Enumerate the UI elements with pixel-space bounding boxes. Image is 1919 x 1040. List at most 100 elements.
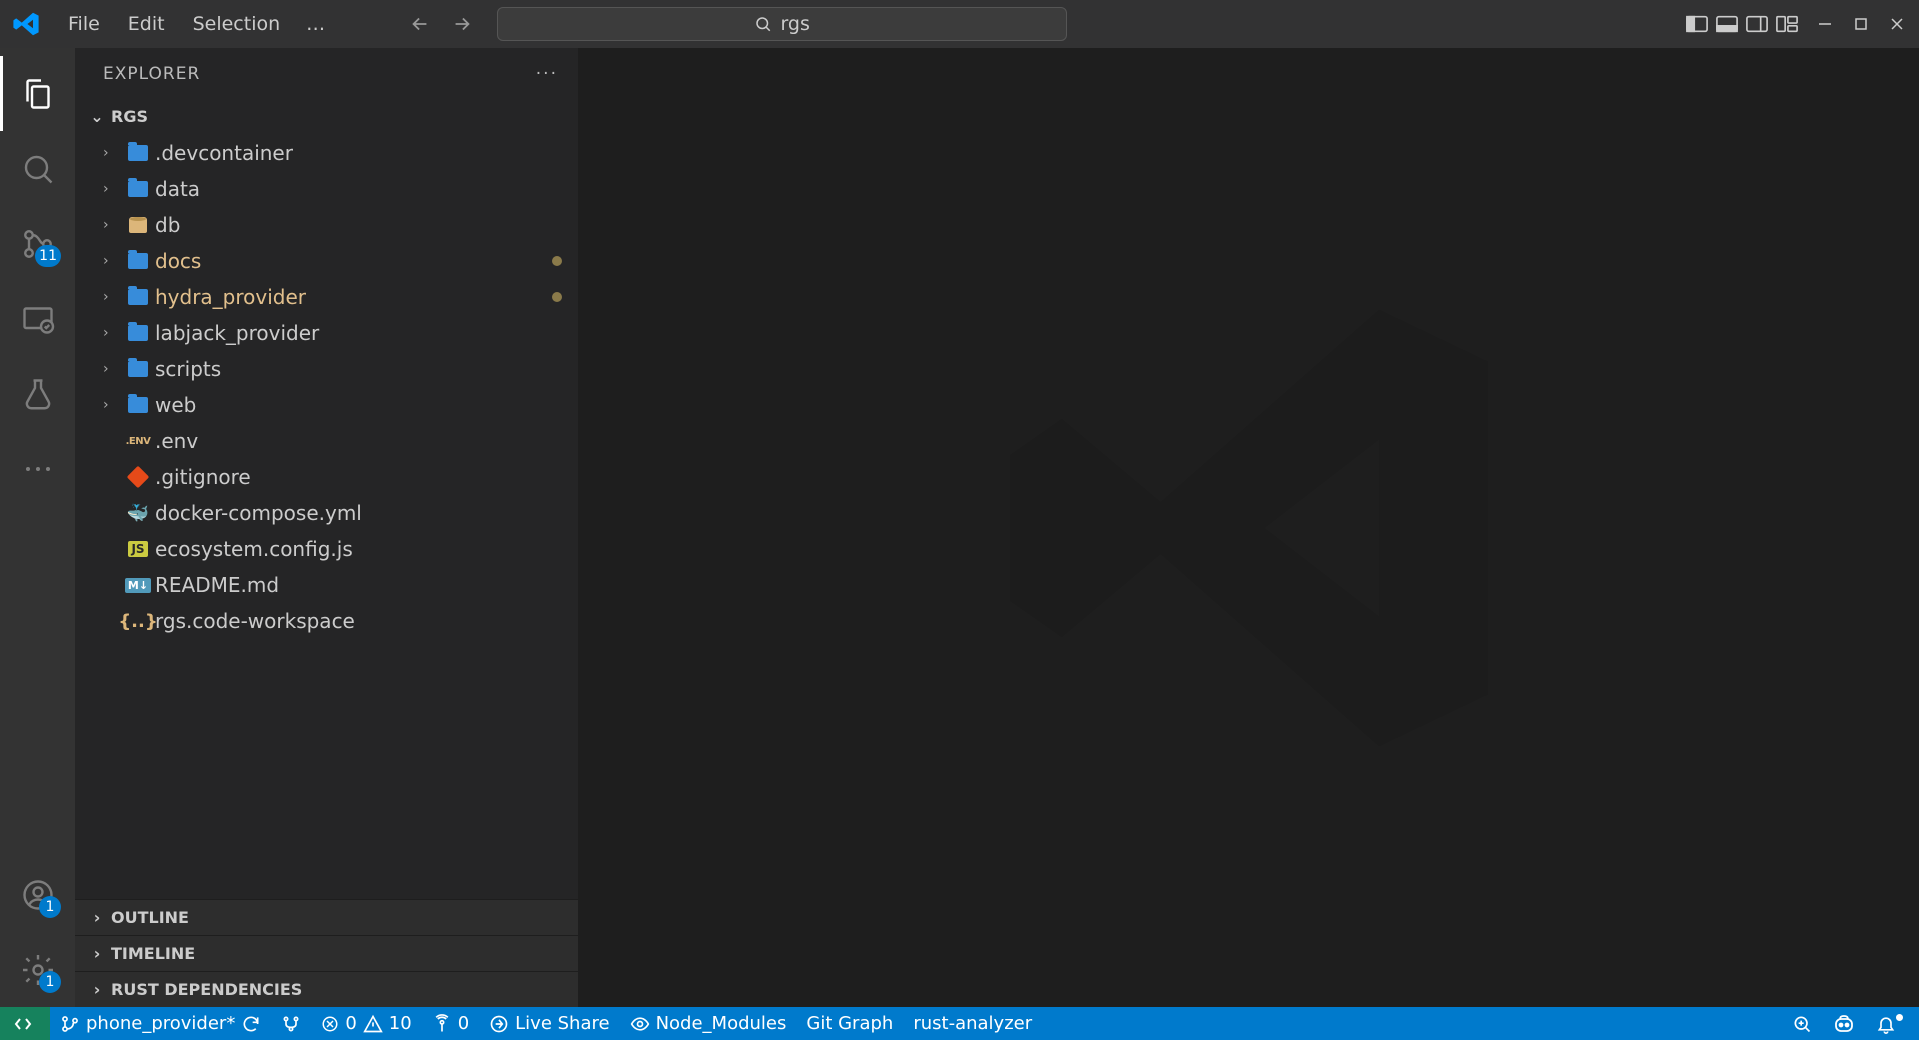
status-git-graph-icon[interactable] (271, 1007, 311, 1040)
chevron-right-icon: › (87, 980, 107, 999)
activity-additional[interactable] (0, 431, 75, 506)
nav-history (405, 9, 477, 39)
toggle-panel-button[interactable] (1713, 13, 1741, 35)
status-branch[interactable]: phone_provider* (50, 1007, 271, 1040)
eye-icon (630, 1014, 650, 1034)
activity-settings[interactable]: 1 (0, 932, 75, 1007)
folder-icon (125, 361, 151, 377)
json-file-icon: {..} (125, 611, 151, 632)
menu-edit[interactable]: Edit (114, 7, 179, 41)
close-button[interactable] (1883, 10, 1911, 38)
bell-icon (1876, 1014, 1896, 1034)
file-env[interactable]: .ENV.env (75, 423, 578, 459)
toggle-secondary-sidebar-button[interactable] (1743, 13, 1771, 35)
folder-icon (125, 253, 151, 269)
nav-forward-button[interactable] (447, 9, 477, 39)
status-liveshare[interactable]: Live Share (479, 1007, 619, 1040)
command-center-search[interactable]: rgs (497, 7, 1067, 41)
activity-search[interactable] (0, 131, 75, 206)
vscode-watermark-icon (989, 268, 1509, 788)
menu-overflow[interactable]: … (294, 7, 337, 41)
antenna-icon (432, 1014, 452, 1034)
source-control-badge: 11 (35, 245, 61, 267)
folder-data[interactable]: ›data (75, 171, 578, 207)
git-file-icon (125, 469, 151, 485)
folder-icon (125, 289, 151, 305)
activity-explorer[interactable] (0, 56, 75, 131)
sidebar-more-icon[interactable]: ··· (536, 64, 558, 84)
menu-file[interactable]: File (54, 7, 114, 41)
folder-icon (125, 181, 151, 197)
activity-source-control[interactable]: 11 (0, 206, 75, 281)
status-zoom[interactable] (1782, 1007, 1822, 1040)
activity-testing[interactable] (0, 356, 75, 431)
liveshare-icon (489, 1014, 509, 1034)
workspace-section-header[interactable]: ⌄ RGS (75, 100, 578, 133)
status-node-modules[interactable]: Node_Modules (620, 1007, 797, 1040)
warning-icon (363, 1014, 383, 1034)
markdown-file-icon: M↓ (125, 578, 151, 593)
status-bar: phone_provider* 0 10 0 Live Share Node_M… (0, 1007, 1919, 1040)
sidebar-header: EXPLORER ··· (75, 48, 578, 100)
status-git-graph[interactable]: Git Graph (796, 1007, 903, 1040)
folder-db[interactable]: ›db (75, 207, 578, 243)
maximize-button[interactable] (1847, 10, 1875, 38)
activity-bar: 11 1 1 (0, 48, 75, 1007)
rust-deps-section-header[interactable]: ›RUST DEPENDENCIES (75, 971, 578, 1007)
menu-selection[interactable]: Selection (179, 7, 295, 41)
nav-back-button[interactable] (405, 9, 435, 39)
file-code-workspace[interactable]: {..}rgs.code-workspace (75, 603, 578, 639)
sidebar: EXPLORER ··· ⌄ RGS ›.devcontainer ›data … (75, 48, 578, 1007)
env-file-icon: .ENV (125, 436, 151, 447)
folder-web[interactable]: ›web (75, 387, 578, 423)
outline-section-header[interactable]: ›OUTLINE (75, 899, 578, 935)
customize-layout-button[interactable] (1773, 13, 1801, 35)
folder-icon (125, 397, 151, 413)
folder-docs[interactable]: ›docs (75, 243, 578, 279)
sync-icon (241, 1014, 261, 1034)
file-docker-compose[interactable]: 🐳docker-compose.yml (75, 495, 578, 531)
chevron-down-icon: ⌄ (87, 107, 107, 126)
accounts-badge: 1 (39, 896, 61, 918)
settings-badge: 1 (39, 971, 61, 993)
activity-remote-explorer[interactable] (0, 281, 75, 356)
editor-area (578, 48, 1919, 1007)
copilot-icon (1832, 1013, 1856, 1035)
folder-icon (125, 325, 151, 341)
folder-hydra-provider[interactable]: ›hydra_provider (75, 279, 578, 315)
toggle-primary-sidebar-button[interactable] (1683, 13, 1711, 35)
error-icon (321, 1015, 339, 1033)
status-problems[interactable]: 0 10 (311, 1007, 421, 1040)
status-notifications[interactable] (1866, 1007, 1919, 1040)
app-logo (8, 6, 44, 42)
js-file-icon: JS (125, 541, 151, 557)
file-ecosystem-config[interactable]: JSecosystem.config.js (75, 531, 578, 567)
chevron-right-icon: › (87, 944, 107, 963)
status-ports[interactable]: 0 (422, 1007, 479, 1040)
workspace-name: RGS (111, 107, 148, 126)
zoom-in-icon (1792, 1014, 1812, 1034)
status-copilot[interactable] (1822, 1007, 1866, 1040)
folder-icon (125, 145, 151, 161)
modified-dot-icon (552, 256, 562, 266)
remote-indicator[interactable] (0, 1007, 50, 1040)
folder-labjack-provider[interactable]: ›labjack_provider (75, 315, 578, 351)
modified-dot-icon (552, 292, 562, 302)
title-bar: File Edit Selection … rgs (0, 0, 1919, 48)
folder-scripts[interactable]: ›scripts (75, 351, 578, 387)
menu-bar: File Edit Selection … (54, 7, 337, 41)
minimize-button[interactable] (1811, 10, 1839, 38)
file-readme[interactable]: M↓README.md (75, 567, 578, 603)
activity-accounts[interactable]: 1 (0, 857, 75, 932)
file-tree: ›.devcontainer ›data ›db ›docs ›hydra_pr… (75, 133, 578, 899)
folder-devcontainer[interactable]: ›.devcontainer (75, 135, 578, 171)
docker-file-icon: 🐳 (125, 503, 151, 524)
status-rust-analyzer[interactable]: rust-analyzer (903, 1007, 1042, 1040)
file-gitignore[interactable]: .gitignore (75, 459, 578, 495)
layout-controls (1683, 13, 1801, 35)
sidebar-title: EXPLORER (103, 64, 200, 84)
chevron-right-icon: › (87, 908, 107, 927)
database-icon (125, 217, 151, 233)
timeline-section-header[interactable]: ›TIMELINE (75, 935, 578, 971)
search-label: rgs (780, 13, 809, 35)
